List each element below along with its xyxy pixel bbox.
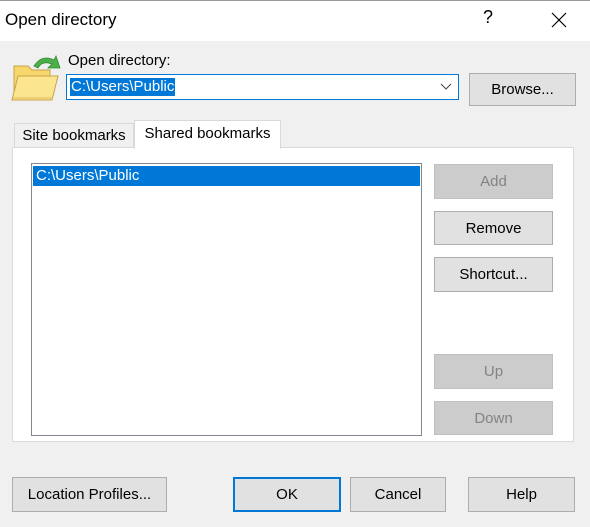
list-item[interactable]: C:\Users\Public [33,166,420,186]
help-button[interactable]: Help [468,477,575,512]
tab-shared-bookmarks[interactable]: Shared bookmarks [134,120,281,149]
remove-button[interactable]: Remove [434,211,553,245]
help-title-button[interactable]: ? [478,7,498,28]
directory-input-value[interactable]: C:\Users\Public [70,78,176,96]
close-button[interactable] [545,5,573,33]
window-title: Open directory [5,10,117,29]
bookmarks-list[interactable]: C:\Users\Public [31,163,422,436]
down-button[interactable]: Down [434,401,553,435]
up-button[interactable]: Up [434,354,553,389]
shortcut-button[interactable]: Shortcut... [434,257,553,292]
directory-combobox[interactable]: C:\Users\Public [66,74,459,100]
close-icon [551,12,567,28]
ok-button[interactable]: OK [233,477,341,512]
open-folder-icon [11,54,61,101]
location-profiles-button[interactable]: Location Profiles... [12,477,167,512]
title-bar: Open directory ? [0,0,590,41]
cancel-button[interactable]: Cancel [350,477,446,512]
chevron-down-icon[interactable] [440,79,452,93]
open-directory-label: Open directory: [68,52,171,69]
add-button[interactable]: Add [434,164,553,199]
browse-button[interactable]: Browse... [469,73,576,106]
tab-site-bookmarks[interactable]: Site bookmarks [14,123,134,148]
